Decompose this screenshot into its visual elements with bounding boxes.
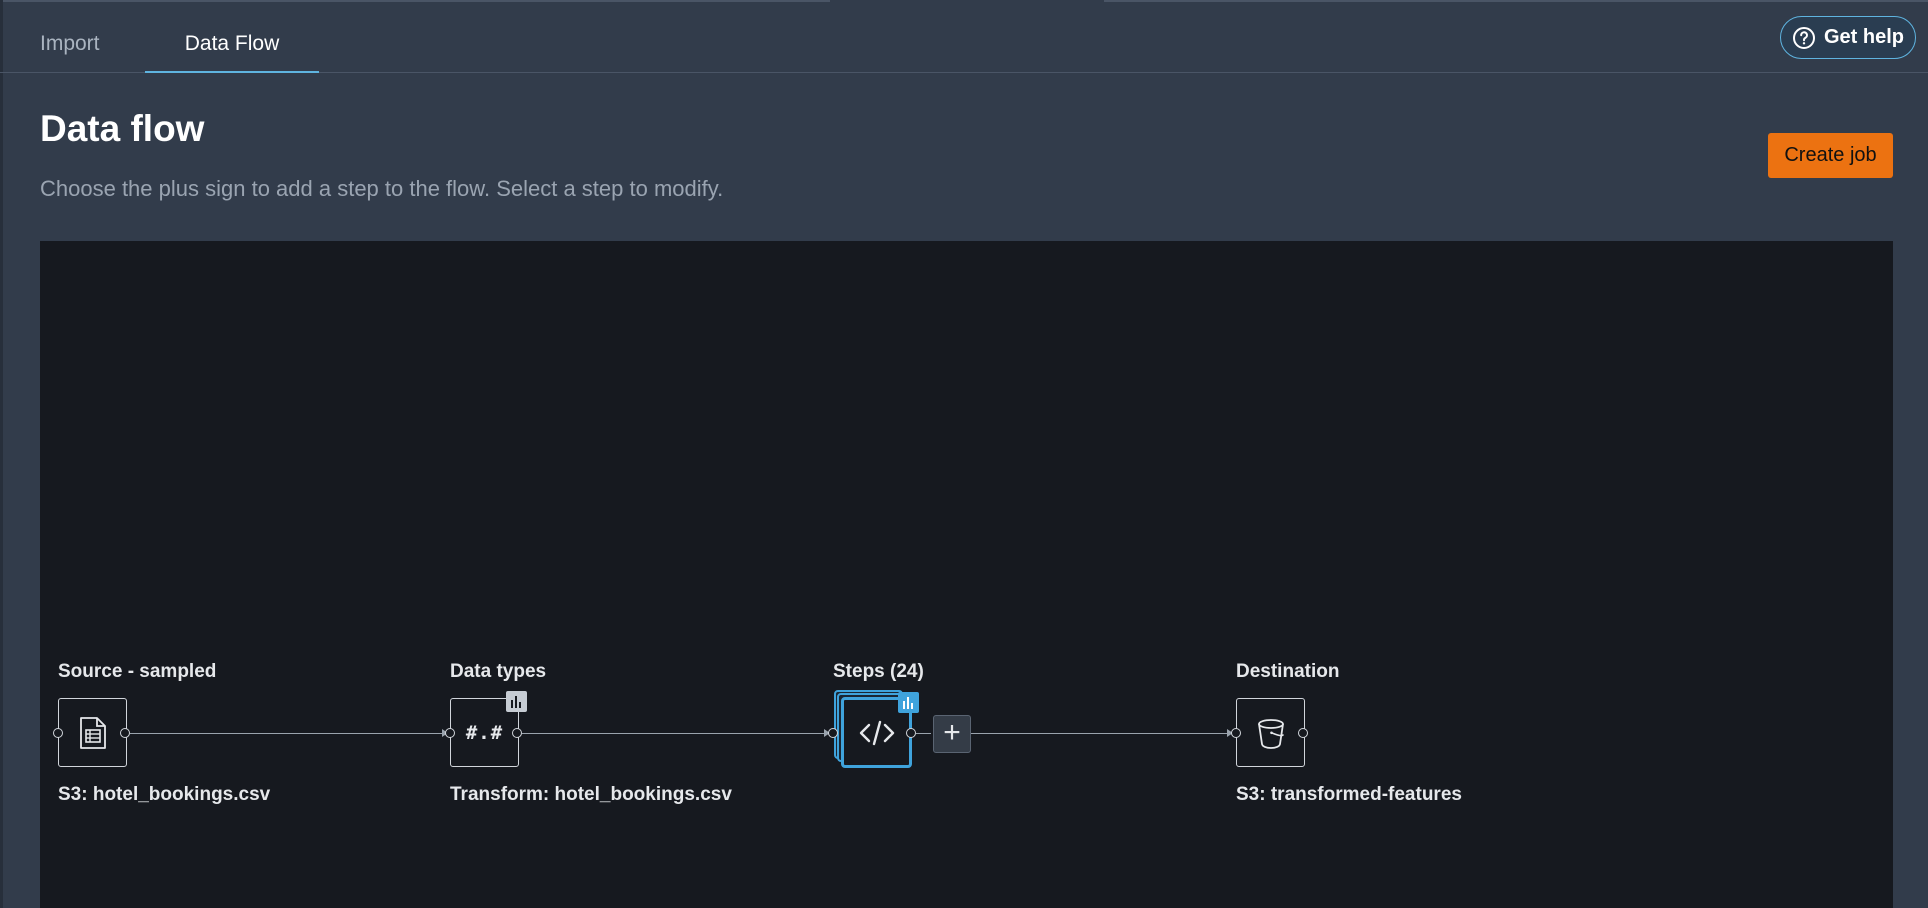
steps-output-port[interactable]	[906, 728, 916, 738]
destination-input-port	[1231, 728, 1241, 738]
table-file-icon	[79, 716, 106, 749]
tab-bar: Import Data Flow	[0, 0, 1928, 73]
add-step-button[interactable]: +	[933, 715, 971, 753]
get-help-button[interactable]: Get help	[1780, 16, 1916, 59]
edge-steps-add	[916, 733, 931, 734]
flow-canvas[interactable]: Source - sampled S3: hotel_bookings.csv …	[40, 241, 1893, 908]
source-output-port[interactable]	[120, 728, 130, 738]
steps-insights-icon[interactable]	[898, 692, 919, 713]
datatypes-input-port	[445, 728, 455, 738]
page-title: Data flow	[40, 108, 205, 149]
steps-node-title: Steps (24)	[833, 661, 924, 682]
left-edge	[0, 0, 3, 908]
destination-node-title: Destination	[1236, 661, 1340, 682]
bucket-icon	[1257, 718, 1284, 749]
page-description: Choose the plus sign to add a step to th…	[40, 176, 724, 201]
help-icon	[1792, 26, 1815, 49]
source-input-port	[53, 728, 63, 738]
source-node-title: Source - sampled	[58, 661, 217, 682]
destination-output-port[interactable]	[1298, 728, 1308, 738]
source-node[interactable]	[58, 698, 127, 767]
code-icon	[859, 720, 894, 745]
destination-node[interactable]	[1236, 698, 1305, 767]
tab-data-flow[interactable]: Data Flow	[145, 0, 319, 73]
create-job-button[interactable]: Create job	[1768, 133, 1893, 178]
get-help-label: Get help	[1823, 26, 1904, 48]
datatypes-node-title: Data types	[450, 661, 547, 682]
edge-add-destination	[971, 733, 1271, 734]
data-types-icon: #.#	[465, 721, 504, 744]
source-node-subtitle: S3: hotel_bookings.csv	[58, 784, 271, 805]
datatypes-node-subtitle: Transform: hotel_bookings.csv	[450, 784, 732, 805]
datatypes-output-port[interactable]	[512, 728, 522, 738]
data-insights-icon[interactable]	[506, 691, 527, 712]
edge-datatypes-steps	[522, 733, 867, 734]
destination-node-subtitle: S3: transformed-features	[1236, 784, 1462, 805]
edge-source-datatypes	[130, 733, 485, 734]
tab-import[interactable]: Import	[40, 0, 120, 73]
steps-input-port	[828, 728, 838, 738]
